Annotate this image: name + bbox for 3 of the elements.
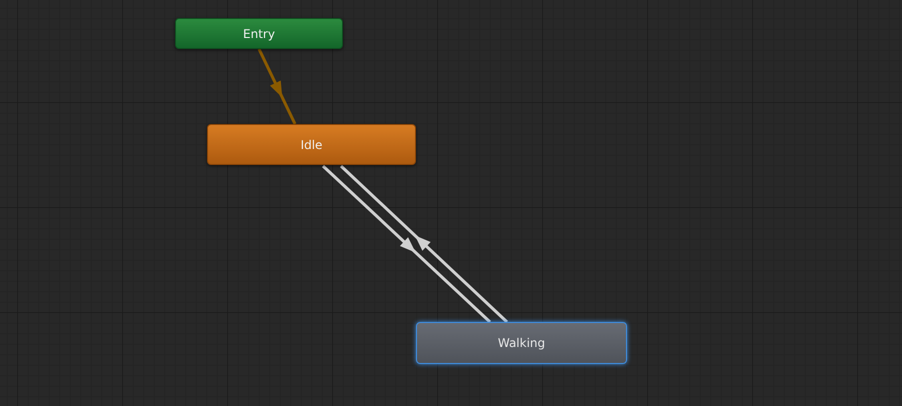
state-node[interactable]: Walking [416, 322, 627, 364]
state-node[interactable]: Idle [207, 124, 416, 165]
state-node[interactable]: Entry [175, 18, 343, 49]
